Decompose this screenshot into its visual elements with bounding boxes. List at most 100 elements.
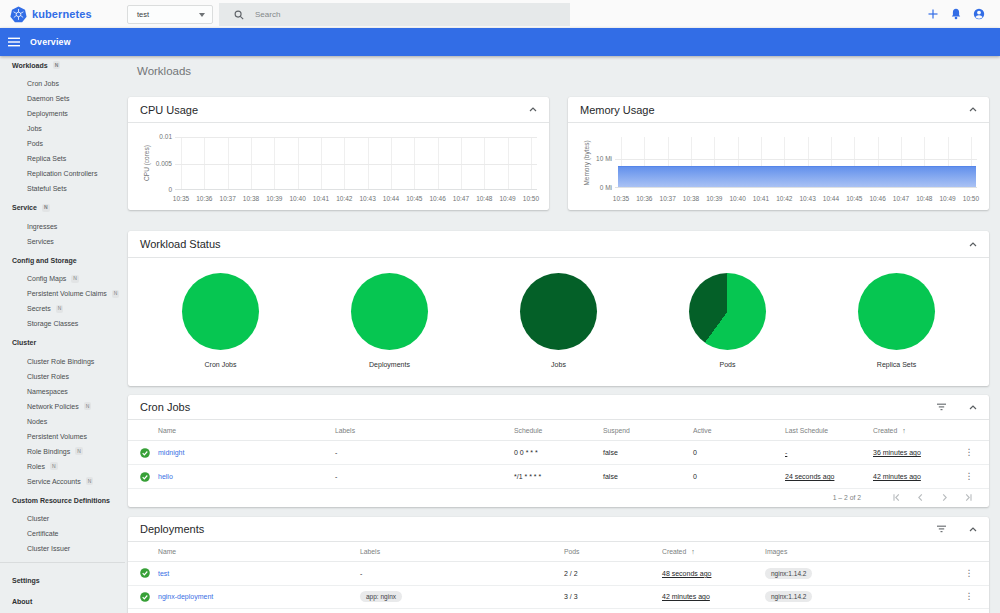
sidebar-item-cluster-roles[interactable]: Cluster Roles — [0, 369, 125, 384]
cron-job-name-link[interactable]: midnight — [158, 449, 335, 456]
cron-job-created: 42 minutes ago — [873, 473, 961, 480]
pagination-range-label: 1 – 2 of 2 — [833, 494, 861, 501]
sidebar-item-network-policies[interactable]: Network PoliciesN — [0, 399, 125, 414]
column-header-pods[interactable]: Pods — [564, 548, 662, 555]
column-header-suspend[interactable]: Suspend — [603, 427, 693, 434]
column-header-created[interactable]: Created ↑ — [873, 427, 961, 434]
row-menu-button[interactable]: ⋮ — [965, 592, 974, 601]
sidebar-label: Stateful Sets — [27, 185, 67, 192]
row-menu-button[interactable]: ⋮ — [965, 472, 974, 481]
search-bar[interactable] — [219, 3, 570, 26]
column-header-active[interactable]: Active — [693, 427, 785, 434]
deployment-name-link[interactable]: nginx-deployment — [158, 593, 360, 600]
sidebar-section-workloads: WorkloadsN — [0, 58, 125, 73]
sidebar-item-cluster-issuer[interactable]: Cluster Issuer — [0, 541, 125, 556]
status-ok-icon — [140, 592, 158, 602]
notifications-icon[interactable] — [950, 8, 962, 20]
prev-page-button[interactable] — [916, 493, 925, 502]
cron-job-suspend: false — [603, 449, 693, 456]
sidebar-item-roles[interactable]: RolesN — [0, 459, 125, 474]
deployments-card: Deployments NameLabelsPodsCreated ↑Image… — [128, 517, 989, 613]
cron-job-active: 0 — [693, 473, 785, 480]
cron-job-schedule: */1 * * * * — [514, 473, 603, 480]
first-page-button[interactable] — [892, 493, 901, 502]
sidebar-item-persistent-volume-claims[interactable]: Persistent Volume ClaimsN — [0, 286, 125, 301]
last-page-button[interactable] — [964, 493, 973, 502]
deployment-name-link[interactable]: test — [158, 570, 360, 577]
toolbar-title: Overview — [30, 37, 71, 47]
time-tick-label: 10:37 — [660, 195, 676, 202]
column-header-schedule[interactable]: Schedule — [514, 427, 603, 434]
cron-job-name-link[interactable]: hello — [158, 473, 335, 480]
memory-ytick-1: 0 Mi — [570, 184, 612, 191]
column-header-created[interactable]: Created ↑ — [662, 548, 765, 555]
sidebar-item-namespaces[interactable]: Namespaces — [0, 384, 125, 399]
cron-jobs-filter-button[interactable] — [936, 403, 947, 411]
sidebar-label: Services — [27, 238, 54, 245]
deployments-collapse-button[interactable] — [969, 527, 977, 532]
sidebar-item-nodes[interactable]: Nodes — [0, 414, 125, 429]
memory-area-series — [618, 166, 976, 188]
account-icon[interactable] — [973, 8, 985, 20]
column-header-last-schedule[interactable]: Last Schedule — [785, 427, 873, 434]
deployments-filter-button[interactable] — [936, 525, 947, 533]
sidebar-item-replica-sets[interactable]: Replica Sets — [0, 151, 125, 166]
time-tick-label: 10:39 — [706, 195, 722, 202]
sidebar-item-certificate[interactable]: Certificate — [0, 526, 125, 541]
column-header-labels[interactable]: Labels — [360, 548, 564, 555]
sidebar-item-about[interactable]: About — [0, 594, 125, 609]
search-icon — [234, 10, 244, 20]
sidebar-item-cluster[interactable]: Cluster — [0, 511, 125, 526]
cron-job-row: midnight-0 0 * * *false0-36 minutes ago⋮ — [128, 441, 989, 465]
sidebar-item-daemon-sets[interactable]: Daemon Sets — [0, 91, 125, 106]
sidebar-item-cluster-role-bindings[interactable]: Cluster Role Bindings — [0, 354, 125, 369]
sidebar-section-config-and-storage: Config and Storage — [0, 253, 125, 268]
sidebar-item-pods[interactable]: Pods — [0, 136, 125, 151]
row-menu-button[interactable]: ⋮ — [965, 448, 974, 457]
sidebar-item-jobs[interactable]: Jobs — [0, 121, 125, 136]
column-header-labels[interactable]: Labels — [335, 427, 514, 434]
sidebar-item-replication-controllers[interactable]: Replication Controllers — [0, 166, 125, 181]
page-title: Workloads — [137, 65, 191, 77]
column-header-name[interactable]: Name — [158, 427, 335, 434]
sidebar-item-service-accounts[interactable]: Service AccountsN — [0, 474, 125, 489]
search-input[interactable] — [255, 10, 505, 19]
kubernetes-logo[interactable]: kubernetes — [10, 0, 92, 28]
namespace-caret-icon — [199, 13, 205, 17]
sidebar-label: Custom Resource Definitions — [12, 497, 110, 504]
sidebar-item-role-bindings[interactable]: Role BindingsN — [0, 444, 125, 459]
add-icon[interactable] — [927, 8, 939, 20]
workload-status-collapse-button[interactable] — [969, 242, 977, 247]
column-header-images[interactable]: Images — [765, 548, 961, 555]
time-tick-label: 10:47 — [453, 195, 469, 202]
cpu-collapse-button[interactable] — [529, 107, 537, 112]
sidebar-item-storage-classes[interactable]: Storage Classes — [0, 316, 125, 331]
next-page-button[interactable] — [940, 493, 949, 502]
column-header-name[interactable]: Name — [158, 548, 360, 555]
pie-chart — [858, 273, 935, 350]
memory-collapse-button[interactable] — [969, 107, 977, 112]
sidebar-item-settings[interactable]: Settings — [0, 573, 125, 588]
namespaced-badge: N — [71, 275, 79, 283]
sidebar-item-persistent-volumes[interactable]: Persistent Volumes — [0, 429, 125, 444]
topbar: kubernetes test — [0, 0, 1000, 28]
sidebar-item-config-maps[interactable]: Config Maps N — [0, 271, 125, 286]
workload-pie-replica-sets: Replica Sets — [812, 273, 981, 368]
sidebar-label: Config Maps — [27, 275, 66, 282]
namespace-select[interactable]: test — [127, 5, 213, 24]
sidebar-item-secrets[interactable]: SecretsN — [0, 301, 125, 316]
sort-asc-icon: ↑ — [900, 427, 905, 434]
time-tick-label: 10:39 — [266, 195, 282, 202]
sidebar-item-cron-jobs[interactable]: Cron Jobs — [0, 76, 125, 91]
sidebar-label: Roles — [27, 463, 45, 470]
cron-jobs-collapse-button[interactable] — [969, 405, 977, 410]
sidebar-item-deployments[interactable]: Deployments — [0, 106, 125, 121]
row-menu-button[interactable]: ⋮ — [965, 569, 974, 578]
time-tick-label: 10:46 — [429, 195, 445, 202]
sidebar-item-ingresses[interactable]: Ingresses — [0, 219, 125, 234]
sidebar-label: About — [12, 598, 32, 605]
sidebar-item-stateful-sets[interactable]: Stateful Sets — [0, 181, 125, 196]
menu-icon[interactable] — [8, 37, 20, 47]
sidebar-item-services[interactable]: Services — [0, 234, 125, 249]
time-tick-label: 10:42 — [776, 195, 792, 202]
